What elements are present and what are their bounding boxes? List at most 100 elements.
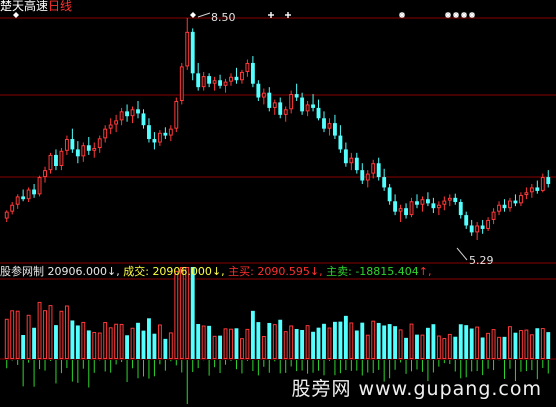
candle-body [26, 189, 31, 200]
candle-body [218, 80, 222, 86]
volume-bar [174, 270, 179, 359]
arrow-down-icon: ↓ [309, 265, 320, 278]
volume-bar [382, 325, 387, 359]
price-annotations: 8.50 5.29 [197, 11, 494, 267]
volume-bar [415, 334, 419, 359]
volume-bar [464, 325, 469, 359]
watermark: 股旁网 www.gupang.com [291, 378, 542, 400]
volume-bar [272, 324, 277, 360]
candle-body [447, 197, 452, 201]
candle-body [10, 204, 15, 212]
volume-bar [371, 320, 376, 359]
candle-body [322, 118, 326, 129]
candle-body [234, 76, 239, 81]
candle-body [546, 177, 551, 184]
candle-body [278, 102, 283, 115]
candle-body [141, 113, 146, 126]
volume-bar [475, 326, 480, 359]
candle-body [75, 149, 80, 157]
volume-bar [130, 327, 135, 359]
volume-bar [234, 328, 239, 359]
candle-body [114, 120, 119, 125]
candle-body [103, 128, 108, 139]
candle-body [147, 125, 151, 140]
volume-bar [114, 323, 119, 359]
volume-bar [524, 329, 529, 359]
volume-bar [26, 314, 31, 359]
volume-bar [15, 310, 20, 359]
arrow-down-icon: ↓ [211, 265, 222, 278]
volume-bar [278, 319, 283, 359]
candle-body [486, 219, 491, 229]
candle-body [15, 196, 20, 205]
candle-body [518, 195, 523, 204]
volume-bar [147, 318, 151, 359]
candle-body [513, 200, 518, 204]
volume-bar [349, 322, 354, 359]
candle-body [376, 163, 381, 178]
volume-bar [75, 325, 80, 359]
volume-bar [229, 328, 233, 359]
candle-body [540, 177, 545, 191]
volume-bar [322, 323, 326, 359]
volume-bar [261, 335, 266, 359]
main-sell-value: -18815.404 [355, 265, 419, 278]
volume-bar [152, 333, 157, 359]
candle-body [207, 76, 212, 84]
volume-bar [311, 331, 315, 359]
price-candles [4, 18, 551, 240]
volume-bar [409, 323, 414, 359]
candle-body [240, 71, 244, 81]
main-buy-label: 主买: [228, 265, 254, 278]
candle-body [119, 111, 124, 121]
candle-body [327, 123, 332, 129]
volume-bar [425, 327, 430, 359]
candle-body [196, 73, 201, 88]
signal-markers [13, 12, 475, 18]
candle-body [480, 225, 485, 229]
volume-label: 成交: [123, 265, 149, 278]
volume-bar [300, 329, 305, 359]
volume-bar [207, 325, 212, 359]
volume-bar [185, 267, 190, 359]
candle-body [360, 170, 365, 181]
volume-bar [168, 332, 173, 360]
candle-body [349, 157, 354, 164]
candle-body [223, 81, 228, 86]
candle-body [453, 197, 458, 202]
candle-body [294, 94, 299, 98]
arrow-down-icon: ↓ [107, 265, 117, 278]
volume-bar [365, 334, 370, 360]
candle-body [338, 135, 343, 150]
candle-body [174, 100, 179, 129]
candle-body [464, 215, 469, 226]
volume-bar [223, 328, 228, 359]
volume-bar [119, 323, 124, 359]
volume-bar [240, 338, 244, 360]
candle-body [289, 94, 294, 110]
candle-body [382, 177, 387, 188]
candle-body [393, 201, 398, 212]
candle-body [343, 149, 348, 164]
candle-body [283, 109, 288, 115]
candle-body [54, 154, 58, 166]
volume-bar [469, 328, 474, 359]
chart-gridlines [0, 17, 556, 360]
volume-bar [305, 325, 310, 360]
candle-body [4, 211, 9, 219]
candle-body [81, 145, 86, 157]
volume-bar [108, 327, 113, 359]
candle-body [387, 187, 392, 202]
candle-body [469, 225, 474, 233]
volume-bar [70, 320, 75, 359]
volume-bar [546, 332, 551, 359]
candle-body [256, 83, 261, 98]
volume-bar [92, 332, 97, 360]
volume-bar [32, 327, 37, 359]
indicator-readout: 股参网制 20906.000↓, 成交: 20906.000↓, 主买: 209… [0, 265, 432, 278]
candle-body [497, 204, 501, 212]
volume-bar [327, 327, 332, 360]
candle-body [300, 97, 305, 112]
candle-body [508, 200, 512, 209]
candle-body [97, 138, 102, 149]
